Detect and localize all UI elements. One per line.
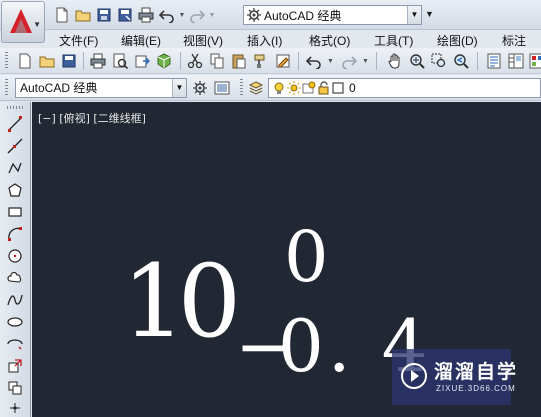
menu-tools[interactable]: 工具(T) (374, 32, 413, 49)
viewport-controls-label[interactable]: [−] [俯视] [二维线框] (38, 110, 146, 126)
workspace-name: AutoCAD 经典 (264, 8, 342, 23)
menu-edit[interactable]: 编辑(E) (121, 32, 161, 49)
toolbar-grip[interactable] (240, 79, 243, 97)
new-file-icon[interactable] (52, 5, 72, 25)
redo-dropdown-icon[interactable]: ▼ (208, 5, 216, 25)
customize-qat-icon[interactable]: ▼ (425, 9, 434, 19)
current-layer-name: 0 (349, 81, 356, 95)
menu-view[interactable]: 视图(V) (183, 32, 223, 49)
draw-toolbar (0, 102, 31, 417)
plot-preview-icon[interactable] (110, 51, 130, 71)
spline-icon[interactable] (5, 290, 25, 310)
drawing-canvas[interactable]: [−] [俯视] [二维线框] 10 0 − 0. 4 溜溜自学 ZIXUE.3… (32, 102, 541, 417)
match-properties-icon[interactable] (251, 51, 271, 71)
polygon-icon[interactable] (5, 180, 25, 200)
save-as-icon[interactable] (115, 5, 135, 25)
workspaces-layers-toolbar: AutoCAD 经典 ▼ 0 (0, 75, 541, 101)
title-bar: ▼ ▼ AutoCAD 经典 ▼ ▼ (0, 0, 541, 30)
workspace-combo-value: AutoCAD 经典 (20, 81, 98, 95)
paste-icon[interactable] (229, 51, 249, 71)
quick-access-toolbar: ▼ ▼ (52, 5, 216, 25)
chevron-down-icon[interactable]: ▼ (172, 79, 186, 97)
block-editor-icon[interactable] (273, 51, 293, 71)
lightbulb-on-icon[interactable] (272, 81, 286, 95)
polyline-icon[interactable] (5, 158, 25, 178)
ellipse-arc-icon[interactable] (5, 334, 25, 354)
undo-icon[interactable] (304, 51, 324, 71)
construction-line-icon[interactable] (5, 136, 25, 156)
toolbar-separator (180, 52, 181, 70)
toolbar-separator (298, 52, 299, 70)
zoom-window-icon[interactable] (429, 51, 449, 71)
application-menu-button[interactable]: ▼ (1, 1, 45, 43)
toolbar-grip[interactable] (5, 52, 8, 70)
tool-palettes-icon[interactable] (527, 51, 541, 71)
circle-icon[interactable] (5, 246, 25, 266)
print-icon[interactable] (136, 5, 156, 25)
gear-icon (247, 8, 261, 22)
qnew-icon[interactable] (15, 51, 35, 71)
zoom-previous-icon[interactable] (451, 51, 471, 71)
pan-hand-icon[interactable] (385, 51, 405, 71)
clean-screen-icon[interactable] (212, 78, 232, 98)
undo-dropdown-icon[interactable]: ▼ (327, 58, 334, 65)
3d-dwf-icon[interactable] (154, 51, 174, 71)
layer-properties-manager-icon[interactable] (246, 78, 266, 98)
site-watermark: 溜溜自学 ZIXUE.3D66.COM (392, 349, 516, 405)
app-menu-dropdown-icon: ▼ (33, 20, 41, 29)
viewport-freeze-icon[interactable] (302, 81, 316, 95)
layer-control[interactable]: 0 (268, 78, 541, 98)
menu-format[interactable]: 格式(O) (309, 32, 350, 49)
redo-icon[interactable] (187, 5, 207, 25)
redo-dropdown-icon[interactable]: ▼ (362, 58, 369, 65)
insert-block-icon[interactable] (5, 356, 25, 376)
menu-draw[interactable]: 绘图(D) (437, 32, 478, 49)
standard-toolbar: ▼ ▼ (0, 48, 541, 74)
arc-icon[interactable] (5, 224, 25, 244)
dimension-main-value: 10 (122, 243, 241, 360)
line-icon[interactable] (5, 114, 25, 134)
autocad-logo-icon (10, 9, 32, 33)
save-icon[interactable] (59, 51, 79, 71)
undo-icon[interactable] (157, 5, 177, 25)
plot-icon[interactable] (88, 51, 108, 71)
redo-icon[interactable] (339, 51, 359, 71)
save-icon[interactable] (94, 5, 114, 25)
cut-icon[interactable] (185, 51, 205, 71)
properties-icon[interactable] (484, 51, 504, 71)
ellipse-icon[interactable] (5, 312, 25, 332)
open-icon[interactable] (37, 51, 57, 71)
watermark-url: ZIXUE.3D66.COM (436, 384, 516, 393)
menu-dimension[interactable]: 标注 (502, 32, 526, 49)
point-icon[interactable] (5, 398, 25, 417)
watermark-title: 溜溜自学 (434, 362, 519, 383)
lock-open-icon[interactable] (317, 81, 331, 95)
make-block-icon[interactable] (5, 378, 25, 398)
workspace-settings-gear-icon[interactable] (190, 78, 210, 98)
workspace-combo[interactable]: AutoCAD 经典 ▼ (15, 78, 187, 98)
toolbar-separator (376, 52, 377, 70)
menu-file[interactable]: 文件(F) (59, 32, 98, 49)
open-folder-icon[interactable] (73, 5, 93, 25)
toolbar-separator (83, 52, 84, 70)
workspace-select[interactable]: AutoCAD 经典 ▼ (243, 5, 422, 25)
play-logo-icon (401, 363, 427, 389)
design-center-icon[interactable] (506, 51, 526, 71)
menu-bar: 文件(F) 编辑(E) 视图(V) 插入(I) 格式(O) 工具(T) 绘图(D… (0, 30, 541, 48)
sun-thaw-icon[interactable] (287, 81, 301, 95)
toolbar-separator (477, 52, 478, 70)
rectangle-icon[interactable] (5, 202, 25, 222)
toolbar-grip[interactable] (5, 79, 8, 97)
revision-cloud-icon[interactable] (5, 268, 25, 288)
toolbar-grip[interactable] (7, 106, 25, 109)
upper-tolerance-value: 0 (284, 216, 329, 298)
zoom-realtime-icon[interactable] (407, 51, 427, 71)
chevron-down-icon[interactable]: ▼ (407, 6, 421, 24)
undo-dropdown-icon[interactable]: ▼ (178, 5, 186, 25)
layer-color-swatch-icon[interactable] (332, 82, 344, 94)
publish-icon[interactable] (132, 51, 152, 71)
menu-insert[interactable]: 插入(I) (247, 32, 282, 49)
copy-icon[interactable] (207, 51, 227, 71)
